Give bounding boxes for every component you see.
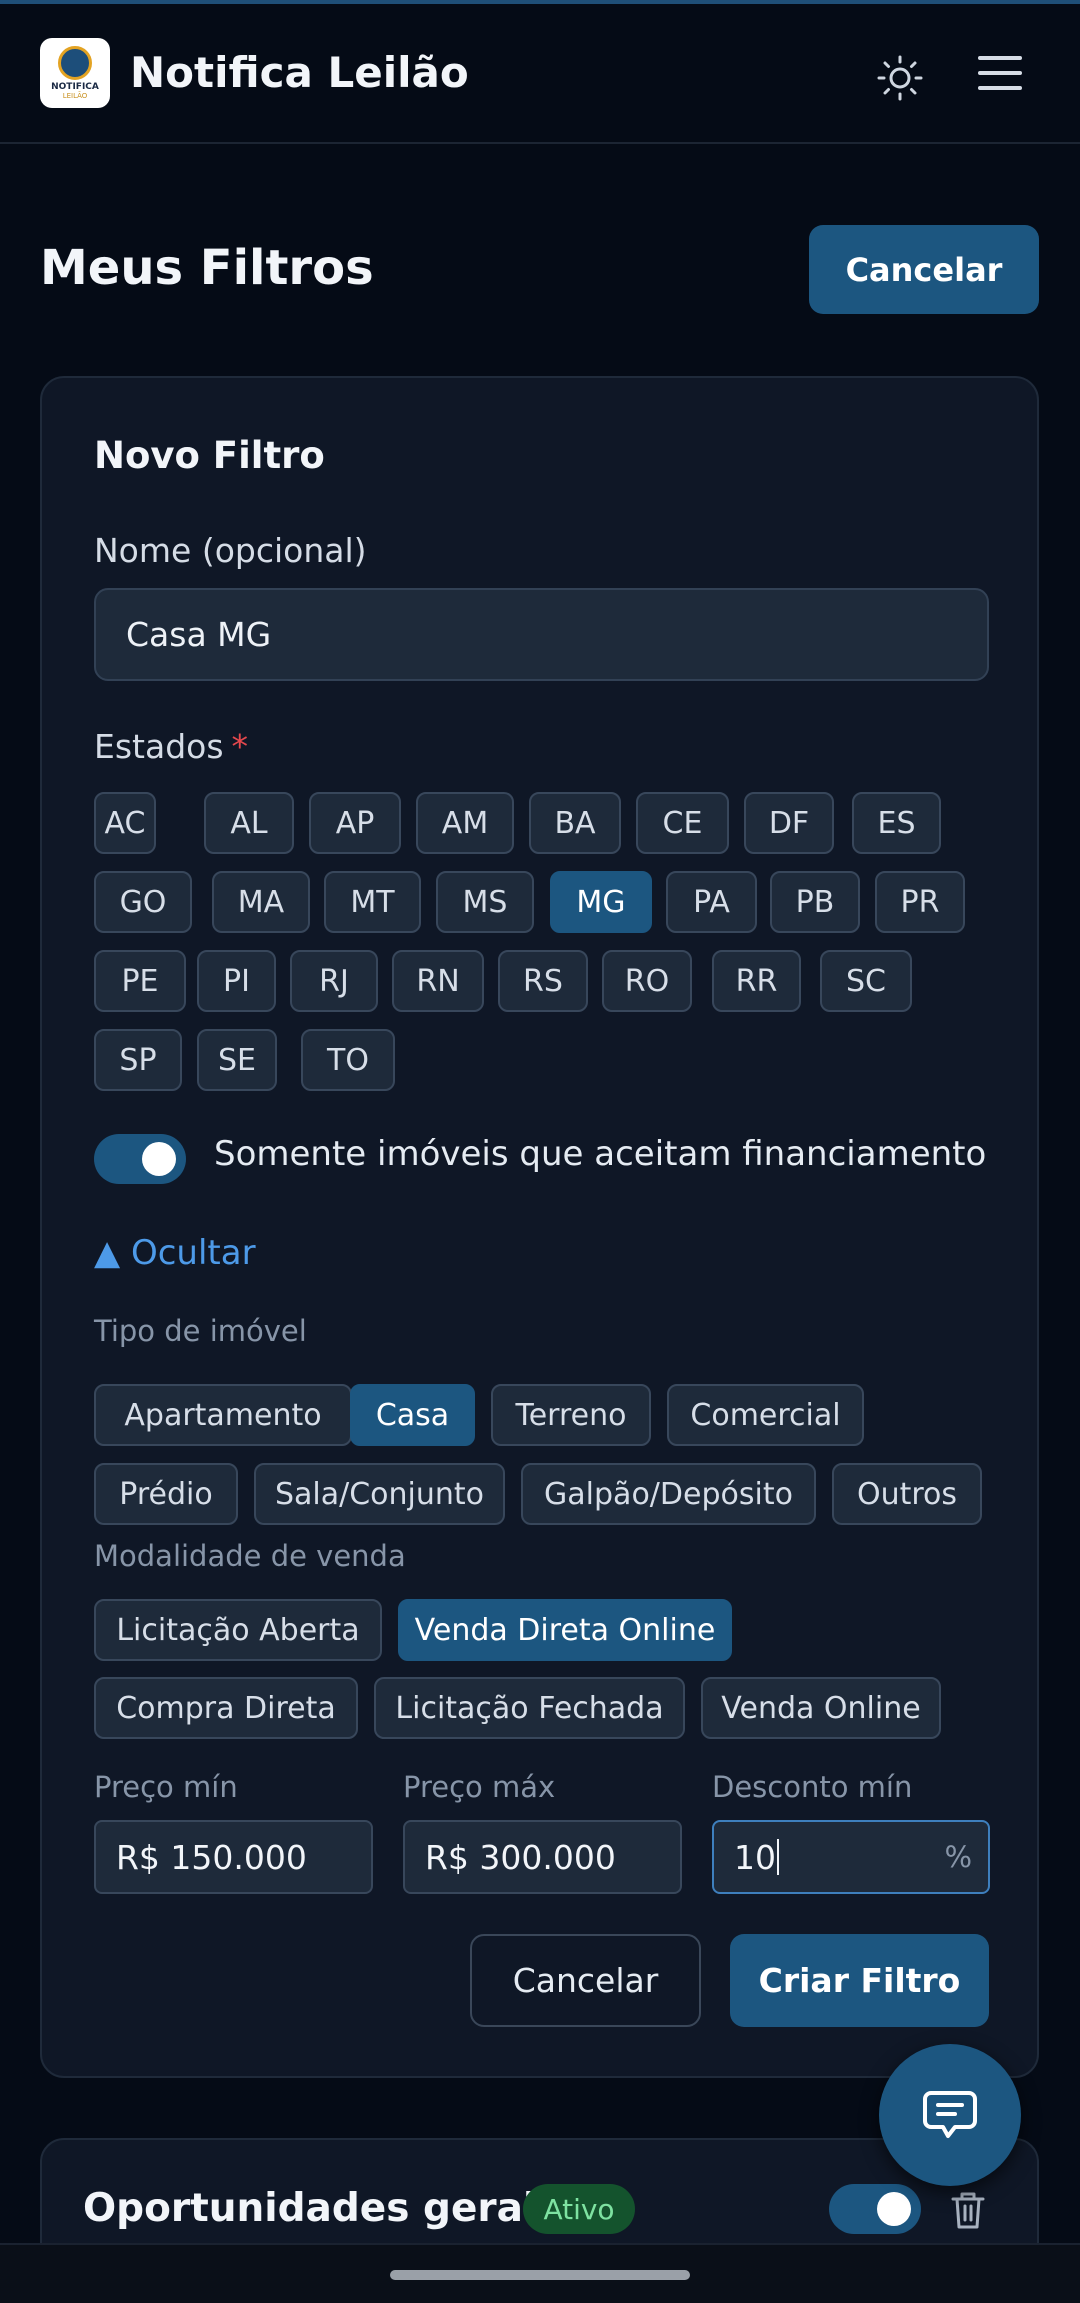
state-chip-pr[interactable]: PR: [875, 871, 965, 933]
sale-mode-chip[interactable]: Licitação Aberta: [94, 1599, 382, 1661]
state-chip-mg[interactable]: MG: [550, 871, 652, 933]
property-type-chip[interactable]: Prédio: [94, 1463, 238, 1525]
state-chip-rs[interactable]: RS: [498, 950, 588, 1012]
property-type-chip[interactable]: Comercial: [667, 1384, 864, 1446]
logo-subtext: LEILÃO: [62, 92, 88, 100]
sale-mode-chip[interactable]: Compra Direta: [94, 1677, 358, 1739]
logo-text: NOTIFICA: [51, 82, 99, 92]
property-type-chip[interactable]: Terreno: [491, 1384, 651, 1446]
state-chip-ma[interactable]: MA: [212, 871, 310, 933]
filter-title: Oportunidades gerais: [83, 2186, 560, 2231]
state-chip-pb[interactable]: PB: [770, 871, 860, 933]
status-badge: Ativo: [523, 2184, 635, 2234]
form-title: Novo Filtro: [94, 434, 325, 477]
discount-min-label: Desconto mín: [712, 1770, 913, 1804]
state-chip-to[interactable]: TO: [301, 1029, 395, 1091]
sale-mode-chip[interactable]: Licitação Fechada: [374, 1677, 685, 1739]
state-chip-pa[interactable]: PA: [666, 871, 757, 933]
property-type-label: Tipo de imóvel: [94, 1314, 307, 1348]
chat-fab-button[interactable]: [879, 2044, 1021, 2186]
system-nav-bar: [0, 2243, 1080, 2303]
create-filter-button[interactable]: Criar Filtro: [730, 1934, 989, 2027]
percent-suffix: %: [944, 1840, 972, 1874]
sale-mode-chip[interactable]: Venda Online: [701, 1677, 941, 1739]
page-title: Meus Filtros: [40, 240, 374, 296]
state-chip-sp[interactable]: SP: [94, 1029, 182, 1091]
text-caret: [777, 1839, 779, 1875]
chat-icon: [923, 2091, 977, 2138]
toggle-knob: [142, 1142, 176, 1176]
state-chip-sc[interactable]: SC: [820, 950, 912, 1012]
form-cancel-button[interactable]: Cancelar: [470, 1934, 701, 2027]
required-mark: *: [231, 727, 249, 766]
state-chip-rr[interactable]: RR: [712, 950, 801, 1012]
price-max-input[interactable]: R$ 300.000: [403, 1820, 682, 1894]
state-chip-ms[interactable]: MS: [436, 871, 534, 933]
property-type-chip[interactable]: Galpão/Depósito: [521, 1463, 816, 1525]
logo-emblem: [58, 46, 92, 80]
states-label: Estados *: [94, 727, 249, 766]
state-chip-se[interactable]: SE: [197, 1029, 277, 1091]
state-chip-mt[interactable]: MT: [324, 871, 421, 933]
state-chip-rn[interactable]: RN: [392, 950, 484, 1012]
state-chip-ba[interactable]: BA: [529, 792, 621, 854]
financing-toggle-label: Somente imóveis que aceitam financiament…: [214, 1134, 987, 1174]
new-filter-card: Novo Filtro Nome (opcional) Casa MG Esta…: [40, 376, 1039, 2078]
sun-icon[interactable]: [876, 54, 924, 102]
property-type-chip[interactable]: Casa: [350, 1384, 475, 1446]
price-max-label: Preço máx: [403, 1770, 556, 1804]
discount-value: 10: [734, 1837, 776, 1877]
app-logo[interactable]: NOTIFICA LEILÃO: [40, 38, 110, 108]
home-gesture-handle[interactable]: [390, 2270, 690, 2280]
discount-min-input[interactable]: 10 %: [712, 1820, 990, 1894]
state-chip-ce[interactable]: CE: [636, 792, 729, 854]
trash-icon[interactable]: [950, 2190, 986, 2230]
property-type-chip[interactable]: Outros: [832, 1463, 982, 1525]
state-chip-rj[interactable]: RJ: [290, 950, 378, 1012]
hide-advanced-link[interactable]: ▲ Ocultar: [94, 1233, 256, 1273]
state-chip-pi[interactable]: PI: [197, 950, 276, 1012]
financing-toggle[interactable]: [94, 1134, 186, 1184]
toggle-knob: [877, 2192, 911, 2226]
name-label: Nome (opcional): [94, 531, 367, 570]
property-type-chip[interactable]: Sala/Conjunto: [254, 1463, 505, 1525]
state-chip-go[interactable]: GO: [94, 871, 192, 933]
app-header: NOTIFICA LEILÃO Notifica Leilão: [0, 4, 1080, 144]
hamburger-menu-icon[interactable]: [978, 56, 1022, 96]
sale-mode-label: Modalidade de venda: [94, 1539, 406, 1573]
sale-mode-chip[interactable]: Venda Direta Online: [398, 1599, 732, 1661]
filter-active-toggle[interactable]: [829, 2184, 921, 2234]
price-min-label: Preço mín: [94, 1770, 238, 1804]
state-chip-es[interactable]: ES: [852, 792, 941, 854]
name-input[interactable]: Casa MG: [94, 588, 989, 681]
property-type-chip[interactable]: Apartamento: [94, 1384, 352, 1446]
state-chip-pe[interactable]: PE: [94, 950, 186, 1012]
state-chip-df[interactable]: DF: [744, 792, 834, 854]
state-chip-al[interactable]: AL: [204, 792, 294, 854]
cancel-button-top[interactable]: Cancelar: [809, 225, 1039, 314]
state-chip-ap[interactable]: AP: [309, 792, 401, 854]
state-chip-ro[interactable]: RO: [602, 950, 692, 1012]
state-chip-ac[interactable]: AC: [94, 792, 156, 854]
price-min-input[interactable]: R$ 150.000: [94, 1820, 373, 1894]
app-title: Notifica Leilão: [130, 48, 469, 97]
state-chip-am[interactable]: AM: [416, 792, 514, 854]
